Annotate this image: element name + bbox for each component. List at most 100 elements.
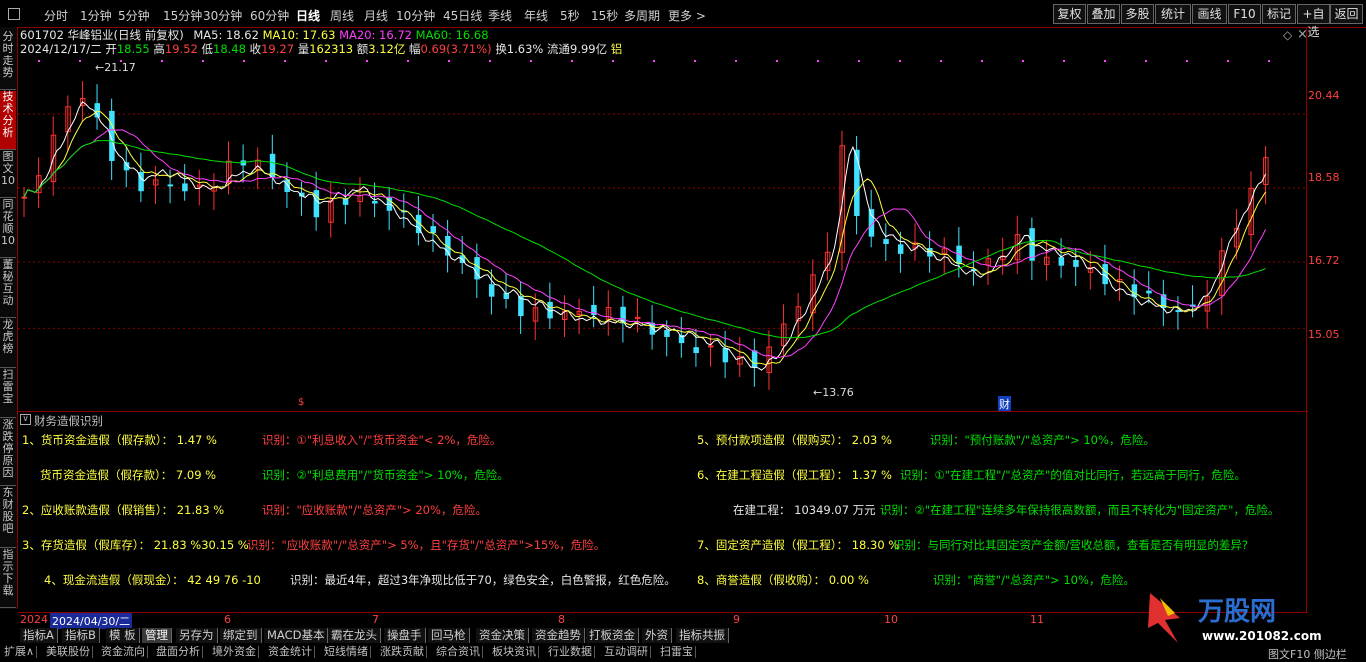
finance-line: 识别："预付账款"/"总资产"> 10%，危险。: [930, 433, 1155, 447]
price-tick: 15.05: [1308, 328, 1340, 341]
price-tick: 18.58: [1308, 171, 1340, 184]
indicator-tab[interactable]: MACD基本: [264, 628, 329, 643]
indicator-tab[interactable]: 模 板: [106, 628, 140, 643]
min-price-label: ←13.76: [813, 386, 854, 399]
toolbar-button[interactable]: 多股: [1121, 4, 1154, 24]
period-tab[interactable]: 更多 >: [668, 7, 706, 24]
left-tab[interactable]: 图文10: [0, 151, 16, 198]
event-dot: [1227, 60, 1229, 62]
period-tab[interactable]: 15秒: [591, 7, 618, 24]
toolbar-button[interactable]: +自选: [1297, 4, 1330, 39]
toolbar-button[interactable]: 复权: [1053, 4, 1086, 24]
function-tab[interactable]: 美联股份: [44, 646, 93, 658]
left-tab[interactable]: 同花顺10: [0, 199, 16, 258]
period-tab[interactable]: 季线: [488, 7, 512, 24]
indicator-tab[interactable]: 指标共振: [676, 628, 729, 643]
date-axis-start: 2024: [20, 613, 48, 626]
left-tab[interactable]: 龙虎榜: [0, 319, 16, 368]
left-tab[interactable]: 分时走势: [0, 31, 16, 90]
period-tab[interactable]: 周线: [330, 7, 354, 24]
function-tab[interactable]: 板块资讯: [490, 646, 539, 658]
menu-square-icon[interactable]: [8, 8, 20, 20]
price-tick: 16.72: [1308, 254, 1340, 267]
period-tab[interactable]: 日线: [296, 7, 320, 24]
finance-event-marker[interactable]: 财: [998, 396, 1011, 412]
left-tab[interactable]: 扫雷宝: [0, 369, 16, 418]
month-tick: 9: [733, 613, 740, 626]
period-tab[interactable]: 30分钟: [203, 7, 242, 24]
amount-value: 3.12亿: [368, 42, 406, 56]
function-tab[interactable]: 资金统计: [266, 646, 315, 658]
indicator-tab[interactable]: 指标A: [20, 628, 58, 643]
function-tab[interactable]: 资金流向: [99, 646, 148, 658]
finance-line: 3、存货造假（假库存）： 21.83 %30.15 %: [22, 538, 249, 552]
period-tab[interactable]: 5秒: [560, 7, 580, 24]
function-tab[interactable]: 互动调研: [602, 646, 651, 658]
toolbar-button[interactable]: 标记: [1262, 4, 1296, 24]
event-marker[interactable]: $: [298, 397, 304, 408]
close-label: 收: [249, 42, 262, 56]
finance-line: 8、商誉造假（假收购）： 0.00 %: [697, 573, 869, 587]
left-tab[interactable]: 指示下载: [0, 549, 16, 608]
function-tab[interactable]: 行业数据: [546, 646, 595, 658]
period-tab[interactable]: 10分钟: [396, 7, 435, 24]
indicator-tab[interactable]: 指标B: [62, 628, 100, 643]
candle-body: [854, 149, 860, 217]
indicator-tab[interactable]: 外资: [642, 628, 672, 643]
indicator-tab[interactable]: 资金决策: [476, 628, 529, 643]
left-tab[interactable]: 涨跌停原因: [0, 419, 16, 486]
indicator-tab[interactable]: 回马枪: [428, 628, 470, 643]
vol-label: 量: [297, 42, 310, 56]
quote-date: 2024/12/17/二: [20, 42, 102, 56]
finance-line: 5、预付款项造假（假购买）： 2.03 %: [697, 433, 892, 447]
period-tab[interactable]: 45日线: [443, 7, 482, 24]
period-tab[interactable]: 60分钟: [250, 7, 289, 24]
period-tab[interactable]: 1分钟: [80, 7, 112, 24]
function-tab[interactable]: 扫雷宝: [658, 646, 696, 658]
candle-body: [372, 200, 378, 204]
toolbar-button[interactable]: 叠加: [1087, 4, 1120, 24]
function-tab[interactable]: 盘面分析: [154, 646, 203, 658]
function-tab[interactable]: 综合资讯: [434, 646, 483, 658]
function-tab[interactable]: 扩展∧: [2, 646, 38, 658]
diamond-icon[interactable]: ◇: [1283, 28, 1292, 42]
indicator-tab[interactable]: 霸在龙头: [328, 628, 381, 643]
period-tab[interactable]: 15分钟: [163, 7, 202, 24]
period-tab[interactable]: 年线: [524, 7, 548, 24]
function-tab[interactable]: 涨跌贡献: [378, 646, 427, 658]
left-tab[interactable]: 技术分析: [0, 91, 16, 150]
toolbar-button[interactable]: 统计: [1155, 4, 1191, 24]
event-dot: [735, 60, 737, 62]
indicator-tab[interactable]: 资金趋势: [532, 628, 585, 643]
event-dot: [489, 60, 491, 62]
kline-chart[interactable]: [18, 55, 1308, 410]
period-tab[interactable]: 多周期: [624, 7, 660, 24]
function-tab[interactable]: 短线情绪: [322, 646, 371, 658]
period-tab[interactable]: 分时: [44, 7, 68, 24]
candle-body: [488, 284, 495, 297]
sector-tag[interactable]: 铝: [611, 42, 623, 56]
indicator-tab[interactable]: 管理: [142, 628, 172, 643]
candle-body: [342, 198, 349, 205]
toolbar-button[interactable]: 返回: [1330, 4, 1363, 24]
indicator-tab[interactable]: 绑定到: [220, 628, 262, 643]
price-tick: 20.44: [1308, 89, 1340, 102]
toolbar-button[interactable]: 画线: [1192, 4, 1227, 24]
candle-body: [897, 244, 904, 254]
period-tab[interactable]: 5分钟: [118, 7, 150, 24]
left-tab[interactable]: 东财股吧: [0, 487, 16, 548]
collapse-icon[interactable]: ∨: [20, 414, 31, 425]
wangu-logo: 万股网 www.201082.com: [1148, 593, 1322, 643]
function-tab[interactable]: 境外资金: [210, 646, 259, 658]
left-tab[interactable]: 董秘互动: [0, 259, 16, 318]
candle-body: [1146, 290, 1152, 294]
finance-line: 识别："商誉"/"总资产"> 10%，危险。: [933, 573, 1135, 587]
indicator-tab[interactable]: 操盘手: [384, 628, 426, 643]
period-tab[interactable]: 月线: [364, 7, 388, 24]
indicator-tab[interactable]: 打板资金: [586, 628, 639, 643]
event-dot: [1268, 60, 1270, 62]
sidebar-toggle[interactable]: 图文F10 侧边栏: [1268, 646, 1347, 662]
indicator-tab[interactable]: 另存为: [176, 628, 218, 643]
ma60-label: MA60: 16.68: [415, 28, 489, 42]
toolbar-button[interactable]: F10: [1228, 4, 1261, 24]
